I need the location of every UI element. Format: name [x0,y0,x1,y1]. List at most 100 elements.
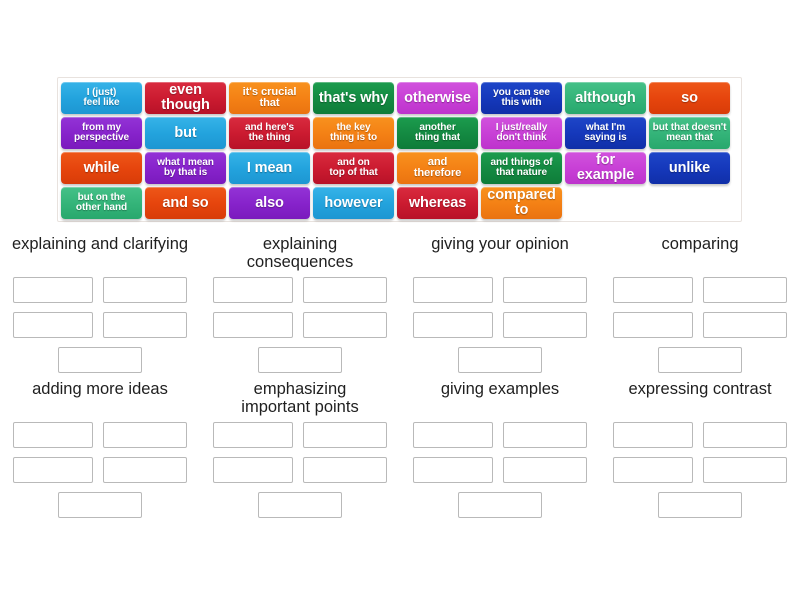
drop-slot[interactable] [103,422,187,448]
category-title: giving your opinion [431,235,569,253]
drop-slot[interactable] [703,277,787,303]
word-tile[interactable]: otherwise [397,82,478,114]
drop-slot[interactable] [413,422,493,448]
drop-slot[interactable] [303,312,387,338]
word-tile-label: the key thing is to [329,121,378,143]
drop-slot[interactable] [503,457,587,483]
drop-slot[interactable] [303,277,387,303]
drop-slot[interactable] [13,312,93,338]
drop-slot[interactable] [13,422,93,448]
drop-slot[interactable] [503,422,587,448]
word-tile[interactable]: but [145,117,226,149]
word-tile[interactable]: compared to [481,187,562,219]
word-tile[interactable]: the key thing is to [313,117,394,149]
category-column: emphasizing important points [200,379,400,524]
drop-slot[interactable] [503,312,587,338]
word-tile-label: but that doesn't mean that [652,121,727,143]
word-tile[interactable]: I (just) feel like [61,82,142,114]
word-tile[interactable]: what I mean by that is [145,152,226,184]
category-title: comparing [661,235,739,253]
word-tile[interactable]: but on the other hand [61,187,142,219]
drop-slot[interactable] [213,277,293,303]
drop-slot[interactable] [103,277,187,303]
tile-bank[interactable]: I (just) feel like even though it's crucia… [57,77,742,222]
word-tile-label: otherwise [404,89,471,106]
drop-slot[interactable] [413,277,493,303]
word-tile[interactable]: and here's the thing [229,117,310,149]
word-tile[interactable]: while [61,152,142,184]
drop-slot[interactable] [13,457,93,483]
word-tile-label: and on top of that [329,156,378,178]
word-tile[interactable]: from my perspective [61,117,142,149]
word-tile[interactable]: you can see this with [481,82,562,114]
drop-slot[interactable] [703,312,787,338]
drop-slot[interactable] [703,422,787,448]
drop-slot[interactable] [458,492,542,518]
word-tile-label: it's crucial that [242,85,297,109]
word-tile[interactable]: unlike [649,152,730,184]
drop-slot[interactable] [703,457,787,483]
word-tile-label: and things of that nature [490,156,553,178]
drop-slot[interactable] [13,277,93,303]
category-title: explaining and clarifying [11,235,189,253]
word-tile-label: what I mean by that is [157,156,214,178]
word-tile[interactable]: that's why [313,82,394,114]
word-tile-label: from my perspective [73,121,129,143]
drop-slot[interactable] [258,347,342,373]
word-tile[interactable]: I just/really don't think [481,117,562,149]
word-tile-label: although [575,89,636,106]
category-column: explaining and clarifying [0,234,200,379]
word-tile[interactable]: but that doesn't mean that [649,117,730,149]
word-tile-label: I just/really don't think [495,121,548,143]
word-tile[interactable]: I mean [229,152,310,184]
word-tile[interactable]: it's crucial that [229,82,310,114]
word-tile[interactable]: whereas [397,187,478,219]
category-title: adding more ideas [32,380,168,398]
word-tile[interactable]: although [565,82,646,114]
drop-slot[interactable] [258,492,342,518]
word-tile[interactable]: and things of that nature [481,152,562,184]
drop-slot[interactable] [303,422,387,448]
drop-slot[interactable] [58,492,142,518]
drop-slot[interactable] [303,457,387,483]
word-tile[interactable]: even though [145,82,226,114]
category-title: explaining consequences [246,235,354,272]
drop-slot[interactable] [213,422,293,448]
word-tile-label: I mean [246,159,293,176]
word-tile-label: whereas [408,194,467,211]
category-column: expressing contrast [600,379,800,524]
drop-slot[interactable] [103,312,187,338]
word-tile[interactable]: also [229,187,310,219]
word-tile[interactable]: and so [145,187,226,219]
word-tile[interactable]: what I'm saying is [565,117,646,149]
drop-slot[interactable] [613,422,693,448]
word-tile-label: also [255,194,284,211]
word-tile-label: compared to [487,187,556,218]
word-tile-label: and so [162,194,209,211]
drop-slot-row [609,347,791,373]
word-tile[interactable]: so [649,82,730,114]
tile-row: while what I mean by that is I mean and on … [61,152,738,184]
drop-slot[interactable] [613,277,693,303]
word-tile-label: but [174,124,197,141]
drop-slot[interactable] [213,312,293,338]
drop-slot[interactable] [613,312,693,338]
drop-slot[interactable] [58,347,142,373]
word-tile[interactable]: another thing that [397,117,478,149]
word-tile[interactable]: for example [565,152,646,184]
word-tile[interactable]: and therefore [397,152,478,184]
drop-slot[interactable] [658,492,742,518]
drop-slot[interactable] [613,457,693,483]
word-tile[interactable]: and on top of that [313,152,394,184]
drop-slot[interactable] [103,457,187,483]
drop-slot[interactable] [503,277,587,303]
category-slots [9,422,191,518]
drop-slot[interactable] [413,312,493,338]
word-tile-label: however [324,194,383,211]
drop-slot[interactable] [658,347,742,373]
word-tile[interactable]: however [313,187,394,219]
word-tile-label: and here's the thing [244,121,295,143]
drop-slot[interactable] [458,347,542,373]
drop-slot[interactable] [213,457,293,483]
drop-slot[interactable] [413,457,493,483]
